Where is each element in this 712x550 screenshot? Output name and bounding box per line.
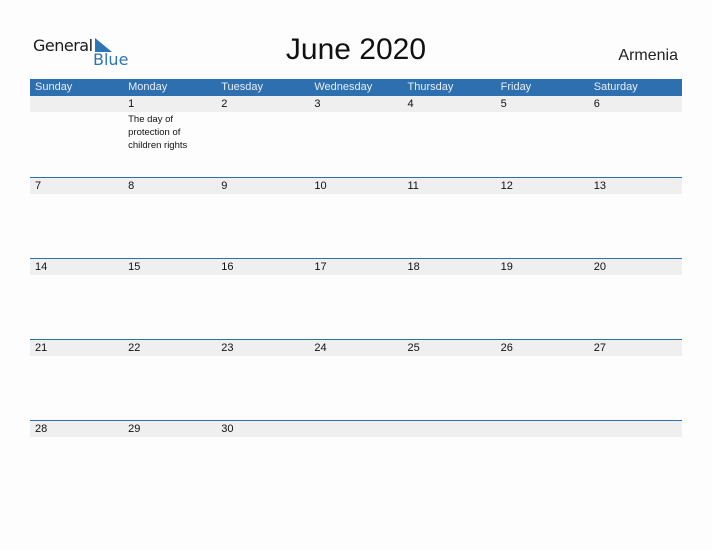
day-number: 26	[500, 342, 513, 354]
day-cell: 24	[309, 340, 402, 356]
calendar-title: June 2020	[285, 33, 427, 66]
day-number: 21	[35, 342, 48, 354]
day-number: 24	[314, 342, 327, 354]
day-cell: 3	[309, 96, 402, 152]
day-cell	[403, 421, 496, 437]
weekday-header: Sunday Monday Tuesday Wednesday Thursday…	[30, 79, 682, 96]
day-cell: 30	[216, 421, 309, 437]
day-number: 20	[593, 261, 606, 273]
day-number: 30	[221, 423, 234, 435]
day-cell	[30, 96, 123, 152]
day-cell: 15	[123, 259, 216, 275]
weekday-thursday: Thursday	[407, 81, 454, 93]
day-cell: 25	[403, 340, 496, 356]
day-number: 12	[500, 180, 513, 192]
day-cell: 23	[216, 340, 309, 356]
day-number: 29	[128, 423, 141, 435]
weekday-tuesday: Tuesday	[221, 81, 264, 93]
day-number: 27	[593, 342, 606, 354]
day-number: 8	[128, 180, 135, 192]
weekday-friday: Friday	[500, 81, 532, 93]
weekday-saturday: Saturday	[593, 81, 638, 93]
week-row: 28 29 30	[30, 420, 682, 502]
day-cell: 4	[403, 96, 496, 152]
day-cell: 10	[309, 178, 402, 194]
day-number: 18	[407, 261, 420, 273]
day-number: 15	[128, 261, 141, 273]
day-number: 2	[221, 98, 228, 110]
day-cell: 8	[123, 178, 216, 194]
day-number: 10	[314, 180, 327, 192]
day-cell: 29	[123, 421, 216, 437]
day-cell: 7	[30, 178, 123, 194]
day-number: 25	[407, 342, 420, 354]
day-number: 19	[500, 261, 513, 273]
day-cell: 19	[496, 259, 589, 275]
week-row: 21 22 23 24 25 26 27	[30, 339, 682, 421]
day-number: 17	[314, 261, 327, 273]
day-cell: 27	[589, 340, 682, 356]
day-cell: 6	[589, 96, 682, 152]
day-cell: 13	[589, 178, 682, 194]
day-number: 13	[593, 180, 606, 192]
weekday-sunday: Sunday	[35, 81, 73, 93]
day-cell	[309, 421, 402, 437]
day-number: 14	[35, 261, 48, 273]
day-number	[35, 96, 123, 112]
day-cell: 22	[123, 340, 216, 356]
day-number: 23	[221, 342, 234, 354]
day-cell: 12	[496, 178, 589, 194]
country-label: Armenia	[618, 47, 678, 64]
day-number: 22	[128, 342, 141, 354]
day-number: 16	[221, 261, 234, 273]
day-cell: 28	[30, 421, 123, 437]
week-row: 1 The day of protection of children right…	[30, 96, 682, 177]
holiday-event: The day of protection of children rights	[128, 114, 188, 151]
day-number	[501, 421, 589, 437]
day-number: 9	[221, 180, 228, 192]
day-cell: 17	[309, 259, 402, 275]
day-number: 5	[500, 98, 507, 110]
day-cell: 16	[216, 259, 309, 275]
day-cell: 11	[403, 178, 496, 194]
day-number: 6	[593, 98, 600, 110]
day-number: 1	[128, 98, 135, 110]
day-number	[408, 421, 496, 437]
day-number: 28	[35, 423, 48, 435]
week-row: 7 8 9 10 11 12 13	[30, 177, 682, 259]
day-number: 3	[314, 98, 321, 110]
weekday-wednesday: Wednesday	[314, 81, 373, 93]
weekday-monday: Monday	[128, 81, 168, 93]
day-cell: 21	[30, 340, 123, 356]
day-cell: 18	[403, 259, 496, 275]
week-row: 14 15 16 17 18 19 20	[30, 258, 682, 340]
day-cell: 26	[496, 340, 589, 356]
day-cell: 9	[216, 178, 309, 194]
day-cell	[589, 421, 682, 437]
day-cell: 2	[216, 96, 309, 152]
day-cell: 5	[496, 96, 589, 152]
day-number: 11	[407, 180, 419, 192]
day-cell: 20	[589, 259, 682, 275]
day-cell	[496, 421, 589, 437]
day-cell: 1 The day of protection of children right…	[123, 96, 216, 152]
day-number: 7	[35, 180, 42, 192]
day-number	[314, 421, 402, 437]
day-number: 4	[407, 98, 414, 110]
day-cell: 14	[30, 259, 123, 275]
day-number	[594, 421, 682, 437]
